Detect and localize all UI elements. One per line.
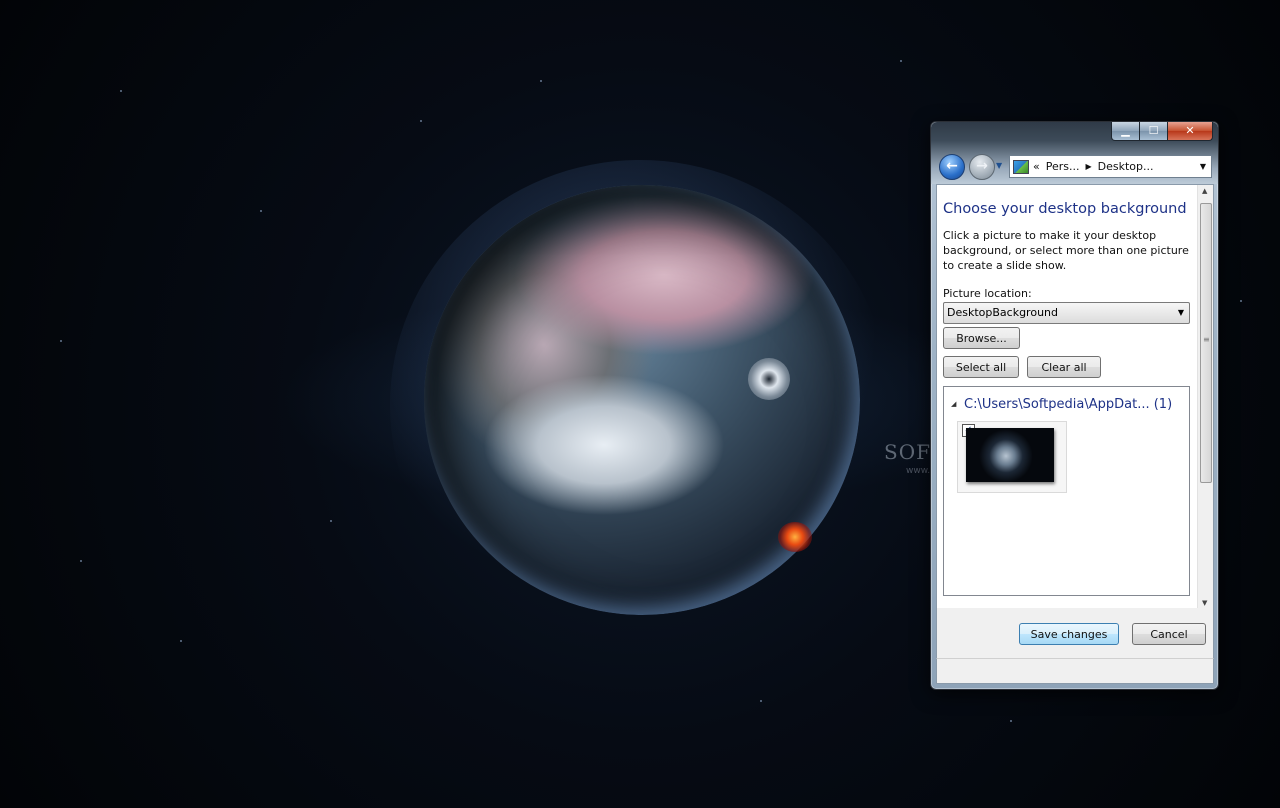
desktop-background-window: ▁ ☐ ✕ ← → ▼ « Pers... ▶ Desktop... ▼ Cho… [930, 121, 1219, 690]
close-button[interactable]: ✕ [1168, 122, 1213, 141]
clear-all-button[interactable]: Clear all [1027, 356, 1101, 378]
main-content: Choose your desktop background Click a p… [936, 184, 1214, 610]
page-title: Choose your desktop background [943, 201, 1187, 217]
address-dropdown-icon[interactable]: ▼ [1200, 162, 1206, 171]
picture-list[interactable]: ◢ C:\Users\Softpedia\AppDat... (1) ✓ [943, 386, 1190, 596]
maximize-button[interactable]: ☐ [1140, 122, 1168, 141]
breadcrumb-overflow[interactable]: « [1033, 160, 1040, 173]
minimize-button[interactable]: ▁ [1111, 122, 1140, 141]
recent-pages-dropdown-icon[interactable]: ▼ [996, 161, 1004, 171]
status-bar [936, 658, 1214, 684]
picture-thumbnail[interactable] [966, 428, 1054, 482]
instructions-text: Click a picture to make it your desktop … [943, 229, 1189, 272]
dialog-footer: Save changes Cancel [936, 608, 1214, 658]
picture-location-label: Picture location: [943, 287, 1032, 300]
scrollbar-thumb[interactable]: ≡ [1200, 203, 1212, 483]
caption-buttons: ▁ ☐ ✕ [1111, 122, 1213, 141]
collapse-triangle-icon[interactable]: ◢ [951, 400, 956, 408]
scroll-down-icon[interactable]: ▼ [1202, 599, 1207, 607]
storm-swirl [748, 358, 790, 400]
picture-location-value: DesktopBackground [947, 306, 1058, 319]
scroll-up-icon[interactable]: ▲ [1202, 187, 1207, 195]
cancel-button[interactable]: Cancel [1132, 623, 1206, 645]
address-bar[interactable]: « Pers... ▶ Desktop... ▼ [1009, 155, 1212, 178]
picture-tile[interactable]: ✓ [957, 421, 1067, 493]
control-panel-icon [1013, 159, 1029, 174]
picture-location-select[interactable]: DesktopBackground ▼ [943, 302, 1190, 324]
grip-icon: ≡ [1203, 335, 1210, 344]
select-all-button[interactable]: Select all [943, 356, 1019, 378]
back-arrow-icon[interactable]: ← [939, 154, 965, 180]
save-changes-button[interactable]: Save changes [1019, 623, 1119, 645]
browse-button[interactable]: Browse... [943, 327, 1020, 349]
breadcrumb-separator-icon[interactable]: ▶ [1086, 162, 1092, 171]
navigation-bar: ← → ▼ « Pers... ▶ Desktop... ▼ [939, 154, 1212, 180]
forward-arrow-icon[interactable]: → [969, 154, 995, 180]
dropdown-arrow-icon: ▼ [1177, 308, 1184, 317]
vertical-scrollbar[interactable]: ▲ ≡ ▼ [1197, 185, 1213, 609]
breadcrumb-personalization[interactable]: Pers... [1046, 160, 1080, 173]
folder-group-header[interactable]: C:\Users\Softpedia\AppDat... (1) [964, 397, 1172, 412]
breadcrumb-desktop-background[interactable]: Desktop... [1098, 160, 1154, 173]
impact-fire [778, 522, 812, 552]
